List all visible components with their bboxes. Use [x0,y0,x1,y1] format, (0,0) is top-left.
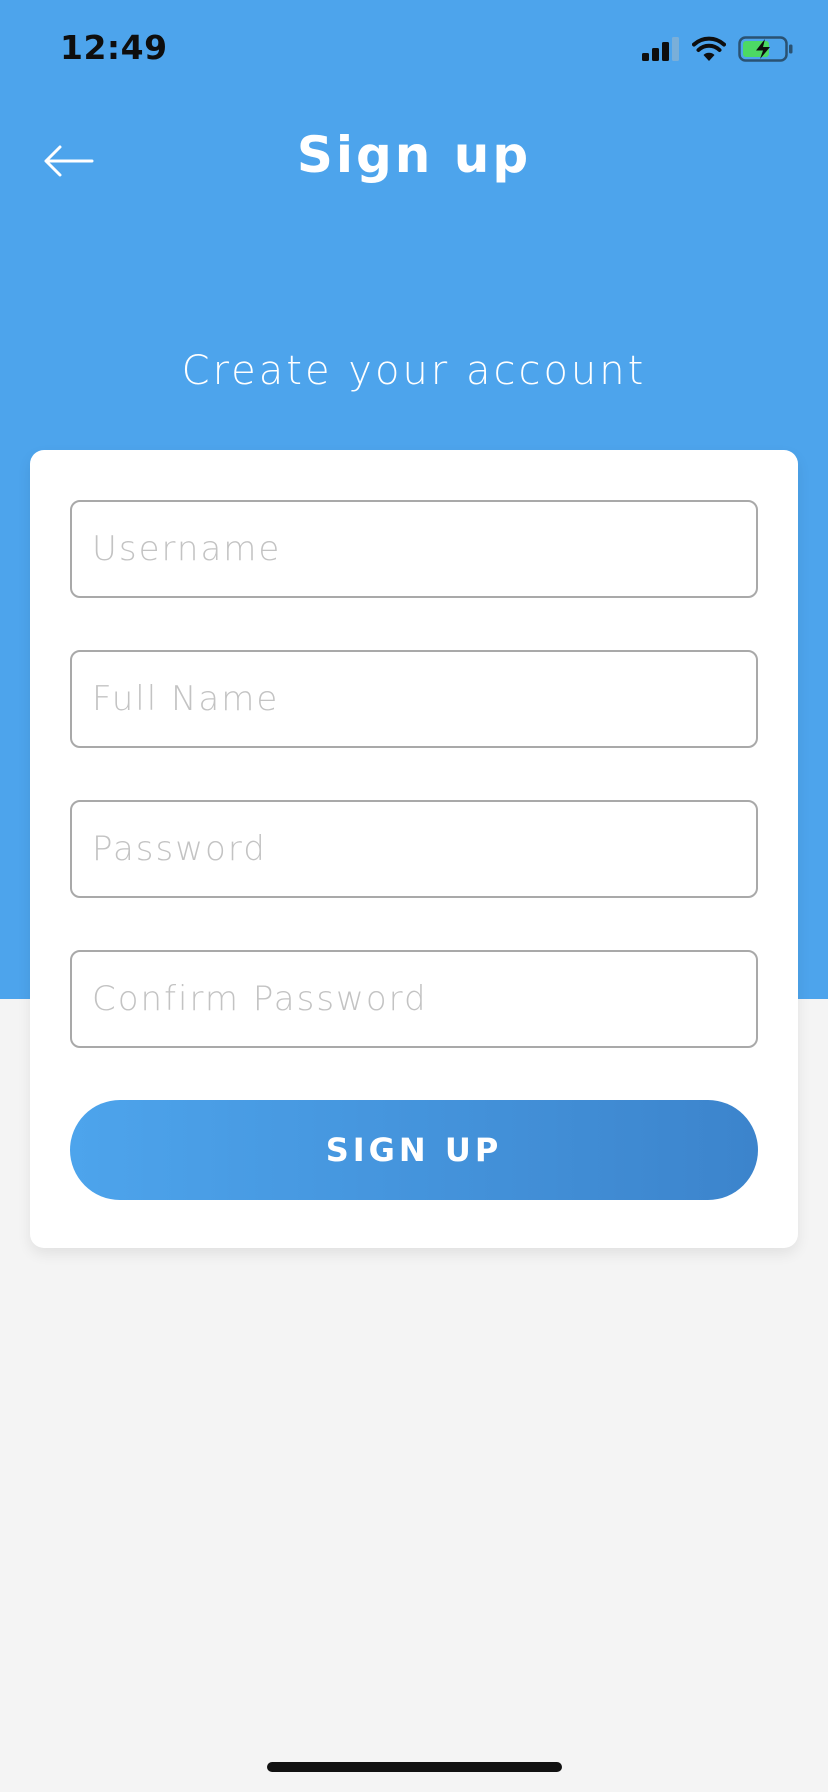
nav-bar: Sign up [0,110,828,210]
password-input[interactable] [70,800,758,898]
home-indicator [267,1762,562,1772]
cellular-signal-icon [642,37,679,61]
subtitle: Create your account [181,348,647,394]
status-time: 12:49 [60,28,168,67]
username-input[interactable] [70,500,758,598]
sign-up-button[interactable]: SIGN UP [70,1100,758,1200]
confirm-password-input[interactable] [70,950,758,1048]
wifi-icon [692,36,726,61]
status-icons [642,34,794,64]
full-name-input[interactable] [70,650,758,748]
status-bar: 12:49 [0,0,828,100]
battery-charging-icon [738,36,793,62]
signup-form-card: SIGN UP [30,450,798,1248]
page-title: Sign up [296,126,532,184]
